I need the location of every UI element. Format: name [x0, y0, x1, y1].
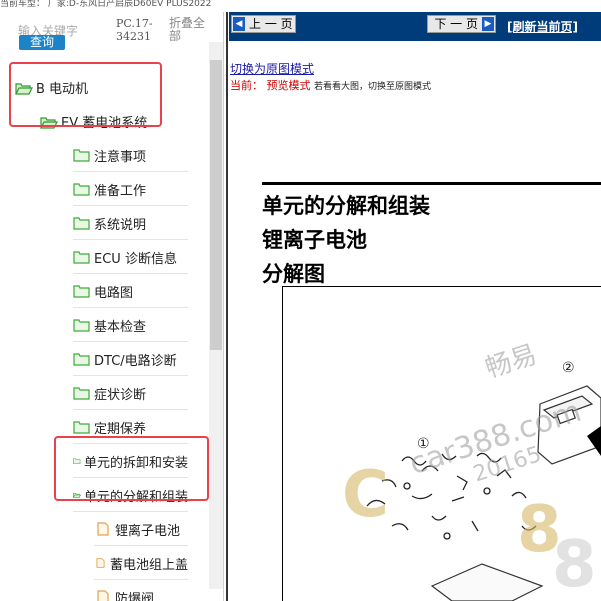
callout-2-label: ② [562, 360, 575, 376]
mode-name: 预览模式 [266, 79, 311, 92]
arrow-right-icon: ▶ [482, 17, 494, 31]
folder-icon [73, 387, 90, 400]
tree-item[interactable]: DTC/电路诊断 [73, 343, 188, 376]
tree-item[interactable]: 准备工作 [73, 173, 188, 206]
tree-item-label: 系统说明 [94, 217, 147, 233]
tree-item-label: 注意事项 [94, 149, 147, 165]
svg-text:畅易: 畅易 [482, 340, 541, 385]
tree-item-label: 基本检查 [94, 319, 147, 335]
exploded-diagram: ① ② 畅易 car388.com 20165 C 8 8 [342, 340, 601, 601]
watermark: 畅易 car388.com 20165 [405, 340, 585, 488]
highlight-box-top [9, 62, 162, 127]
refresh-page-link[interactable]: [刷新当前页] [507, 18, 578, 35]
tree-item[interactable]: ECU 诊断信息 [73, 241, 188, 274]
prev-page-label: 上 一 页 [249, 17, 293, 31]
document-viewer: ◀ 上 一 页 下 一 页 ▶ [刷新当前页] 切换为原图模式 当前： 预览模式… [229, 12, 601, 601]
folder-icon [73, 285, 90, 298]
tree-scroll-thumb[interactable] [210, 60, 222, 350]
tree-item[interactable]: 注意事项 [73, 139, 188, 172]
tree-item[interactable]: 症状诊断 [73, 377, 188, 410]
folder-icon [73, 149, 90, 162]
tree-item-label: 防爆阀 [115, 591, 155, 601]
tree-item-label: 准备工作 [94, 183, 147, 199]
callout-2: ② [562, 360, 575, 376]
tree-item[interactable]: 系统说明 [73, 207, 188, 240]
tree-item-label: 电路图 [94, 285, 134, 301]
svg-text:8: 8 [552, 528, 597, 601]
doc-section-title: 分解图 [262, 262, 325, 286]
collapse-all-button[interactable]: 折叠全部 [169, 17, 209, 43]
search-bar: 输入关键字 查询 PC.17-34231 折叠全部 [0, 12, 223, 56]
folder-icon [73, 183, 90, 196]
next-page-label: 下 一 页 [434, 17, 478, 31]
tree-item[interactable]: 电路图 [73, 275, 188, 308]
document-icon [97, 522, 109, 536]
folder-icon [73, 217, 90, 230]
doc-subtitle: 锂离子电池 [262, 228, 367, 252]
folder-icon [73, 251, 90, 264]
svg-text:C: C [342, 458, 389, 532]
tree-item-label: 蓄电池组上盖 [109, 557, 188, 573]
tree-item[interactable]: 基本检查 [73, 309, 188, 342]
tree-item[interactable]: 蓄电池组上盖 [94, 547, 188, 580]
vehicle-model-bar: 当前车型： 厂家:D-东风日产启辰D60EV PLUS2022 [0, 0, 601, 12]
mode-prefix: 当前： [230, 79, 263, 92]
highlight-box-bottom [54, 436, 209, 501]
current-mode-line: 当前： 预览模式 若看看大图，切换至原图模式 [230, 77, 431, 93]
tree-item-label: DTC/电路诊断 [94, 353, 177, 369]
tree-item-label: ECU 诊断信息 [94, 251, 177, 267]
tree-item-label: 锂离子电池 [115, 523, 181, 539]
title-rule [262, 182, 601, 185]
arrow-left-icon: ◀ [233, 17, 245, 31]
left-navigation-pane: 输入关键字 查询 PC.17-34231 折叠全部 B 电动机 EV 蓄电池系统注… [0, 12, 223, 601]
document-icon [97, 590, 109, 601]
tree-item[interactable]: 防爆阀 [94, 581, 188, 601]
doc-title: 单元的分解和组装 [262, 194, 430, 218]
model-code: PC.17-34231 [116, 17, 153, 43]
switch-original-mode-link[interactable]: 切换为原图模式 [230, 60, 314, 77]
tree-item-label: 症状诊断 [94, 387, 147, 403]
folder-icon [73, 319, 90, 332]
next-page-button[interactable]: 下 一 页 ▶ [427, 15, 496, 33]
mode-hint: 若看看大图，切换至原图模式 [314, 82, 432, 92]
folder-icon [73, 421, 90, 434]
page-nav-bar: ◀ 上 一 页 下 一 页 ▶ [刷新当前页] [229, 12, 601, 41]
prev-page-button[interactable]: ◀ 上 一 页 [231, 15, 296, 33]
document-icon [96, 558, 105, 568]
folder-icon [73, 353, 90, 366]
tree-item-label: 定期保养 [94, 421, 147, 437]
tree-item[interactable]: 锂离子电池 [94, 513, 188, 546]
vehicle-model-text: 当前车型： 厂家:D-东风日产启辰D60EV PLUS2022 [0, 0, 212, 9]
query-button[interactable]: 查询 [19, 35, 65, 50]
